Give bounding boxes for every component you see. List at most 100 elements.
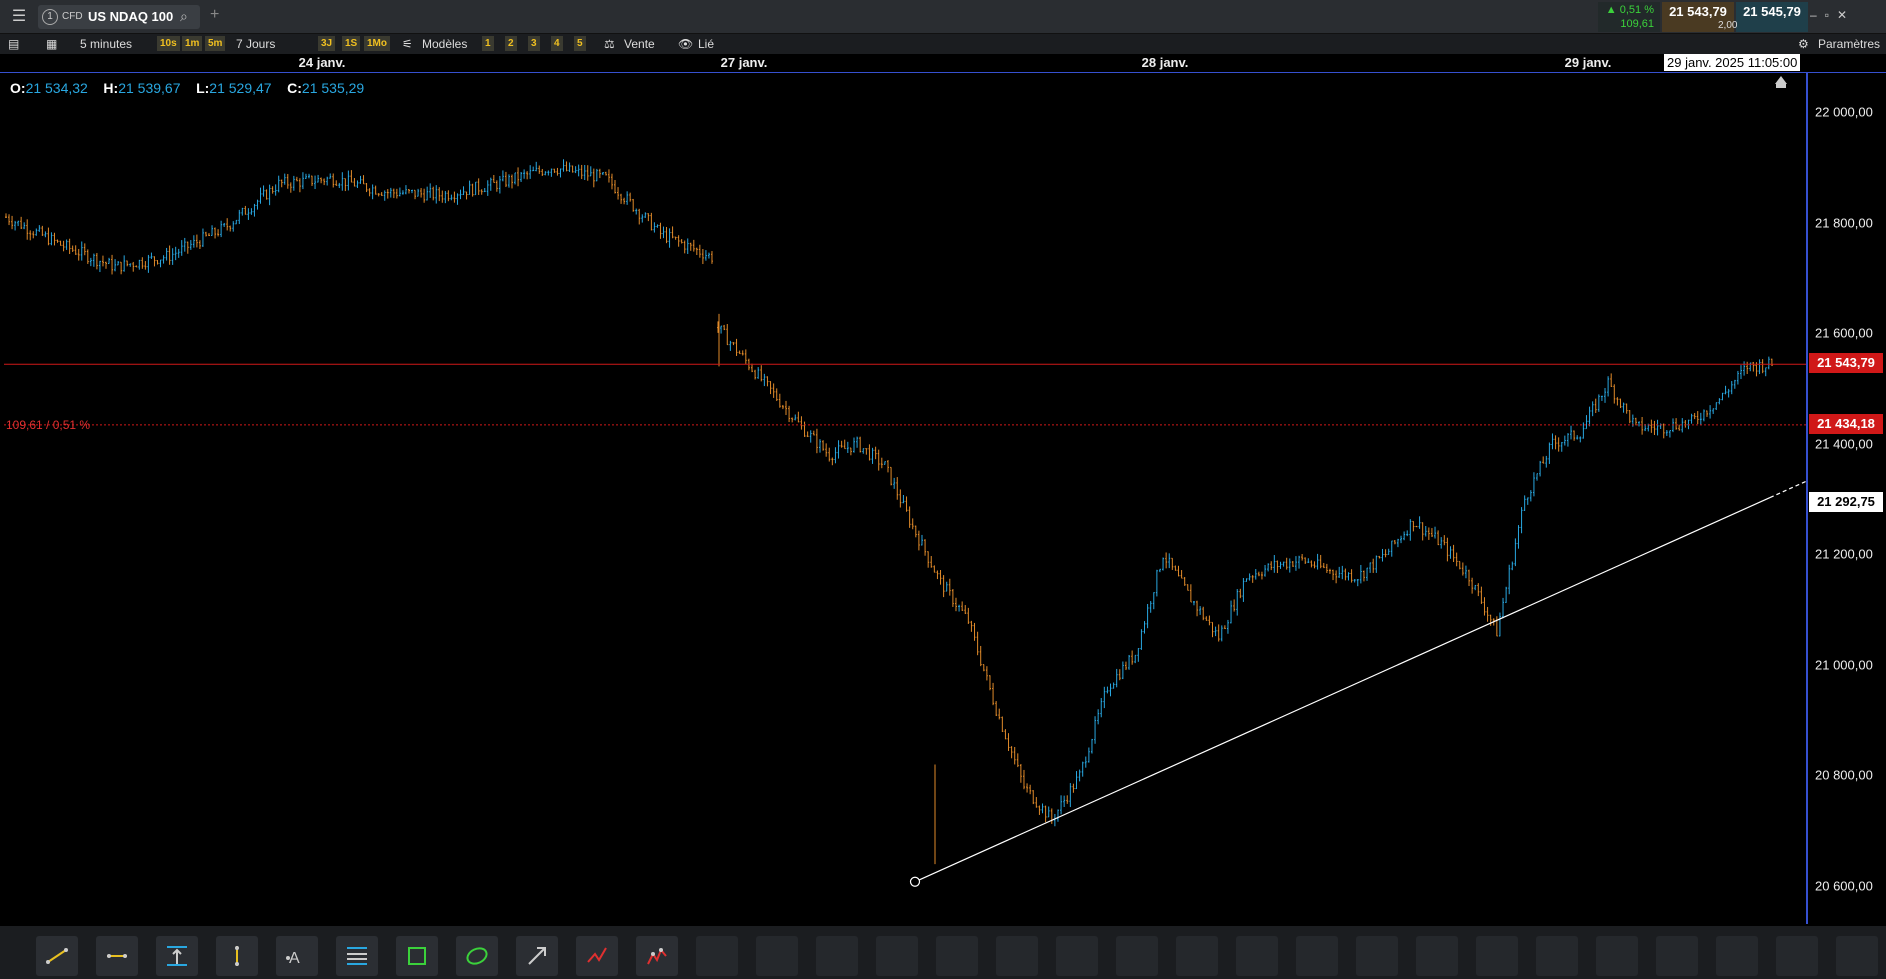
layout-5[interactable]: 5 <box>574 36 586 51</box>
empty-tool-slot <box>1056 936 1098 976</box>
empty-tool-slot <box>816 936 858 976</box>
change-percent: ▲ 0,51 % <box>1605 4 1654 16</box>
price-chart[interactable] <box>0 72 1806 924</box>
date-label: 29 janv. <box>1564 55 1612 70</box>
empty-tool-slot <box>1416 936 1458 976</box>
eye-icon[interactable]: 👁 <box>678 37 693 51</box>
empty-tool-slot <box>1176 936 1218 976</box>
empty-tool-slot <box>1836 936 1878 976</box>
reference-price-tag: 21 434,18 <box>1809 414 1883 434</box>
search-icon[interactable]: ⌕ <box>180 8 188 25</box>
arrow-icon[interactable] <box>516 936 558 976</box>
ellipse-icon[interactable] <box>456 936 498 976</box>
price-tick: 21 200,00 <box>1815 546 1873 562</box>
date-label: 27 janv. <box>720 55 768 70</box>
quick-interval-1m[interactable]: 1m <box>182 36 203 51</box>
trendline-anchor <box>909 876 921 887</box>
price-tick: 22 000,00 <box>1815 104 1873 120</box>
templates-icon[interactable]: ⚟ <box>402 37 413 51</box>
empty-tool-slot <box>1476 936 1518 976</box>
price-tick: 20 800,00 <box>1815 767 1873 783</box>
price-tick: 21 800,00 <box>1815 215 1873 231</box>
date-label: 28 janv. <box>1141 55 1189 70</box>
price-tick: 21 000,00 <box>1815 657 1873 673</box>
empty-tool-slot <box>1356 936 1398 976</box>
text-icon[interactable]: A <box>276 936 318 976</box>
price-tick: 20 600,00 <box>1815 878 1873 894</box>
ohlc-readout: O:21 534,32 H:21 539,67 L:21 529,47 C:21… <box>10 80 365 96</box>
quick-interval-5m[interactable]: 5m <box>205 36 226 51</box>
reference-line-label: 109,61 / 0,51 % <box>6 418 91 432</box>
menu-icon[interactable]: ☰ <box>8 8 30 26</box>
date-label: 24 janv. <box>298 55 346 70</box>
close-value: 21 535,29 <box>301 80 365 96</box>
open-value: 21 534,32 <box>25 80 88 96</box>
polyline-icon[interactable] <box>576 936 618 976</box>
range-select[interactable]: 7 Jours <box>236 37 275 51</box>
horizontal-line-icon[interactable] <box>96 936 138 976</box>
layout-4[interactable]: 4 <box>551 36 563 51</box>
add-tab-icon[interactable]: + <box>210 6 219 24</box>
title-bar: ☰ 1 CFD US NDAQ 100 ⌕ + ▲ 0,51 % 109,61 … <box>0 0 1886 34</box>
layout-3[interactable]: 3 <box>528 36 540 51</box>
link-toggle[interactable]: Lié <box>698 37 714 51</box>
trendline-price-tag: 21 292,75 <box>1809 492 1883 512</box>
instrument-tab[interactable]: 1 CFD US NDAQ 100 ⌕ <box>38 5 200 29</box>
restore-icon: ▫ <box>1824 8 1837 22</box>
empty-tool-slot <box>996 936 1038 976</box>
trendline <box>914 497 1771 883</box>
empty-tool-slot <box>1656 936 1698 976</box>
empty-tool-slot <box>876 936 918 976</box>
gear-icon[interactable]: ⚙ <box>1798 37 1809 51</box>
buy-price-button[interactable]: 21 545,79 <box>1736 2 1808 32</box>
cursor-marker <box>1775 76 1787 84</box>
price-tick: 21 600,00 <box>1815 325 1873 341</box>
interval-select[interactable]: 5 minutes <box>80 37 132 51</box>
empty-tool-slot <box>1116 936 1158 976</box>
quick-range-1s[interactable]: 1S <box>342 36 361 51</box>
tab-number-badge: 1 <box>42 9 58 25</box>
rectangle-icon[interactable] <box>396 936 438 976</box>
minimize-icon: – <box>1810 8 1825 22</box>
price-axis[interactable]: 22 000,00 21 800,00 21 600,00 21 400,00 … <box>1807 72 1886 924</box>
layout-icon[interactable]: ▦ <box>46 37 57 51</box>
empty-tool-slot <box>1536 936 1578 976</box>
close-icon: ✕ <box>1836 8 1856 22</box>
spread-value: 2,00 <box>1718 20 1738 31</box>
layout-2[interactable]: 2 <box>505 36 517 51</box>
instrument-name: US NDAQ 100 <box>88 9 174 24</box>
layout-1[interactable]: 1 <box>482 36 494 51</box>
chart-type-icon[interactable]: ▤ <box>8 37 19 51</box>
date-axis: 24 janv. 27 janv. 28 janv. 29 janv. <box>0 54 1886 73</box>
empty-tool-slot <box>1596 936 1638 976</box>
instrument-type: CFD <box>62 11 83 22</box>
quick-range-1mo[interactable]: 1Mo <box>364 36 390 51</box>
empty-tool-slot <box>936 936 978 976</box>
empty-tool-slot <box>1236 936 1278 976</box>
change-absolute: 109,61 <box>1620 18 1654 30</box>
quick-interval-10s[interactable]: 10s <box>157 36 180 51</box>
trendline-extension <box>1769 480 1806 499</box>
templates-button[interactable]: Modèles <box>422 37 467 51</box>
empty-tool-slot <box>1716 936 1758 976</box>
fibonacci-icon[interactable] <box>336 936 378 976</box>
empty-tool-slot <box>696 936 738 976</box>
low-value: 21 529,47 <box>209 80 272 96</box>
trendline-icon[interactable] <box>36 936 78 976</box>
empty-tool-slot <box>1296 936 1338 976</box>
price-range-icon[interactable] <box>156 936 198 976</box>
vertical-line-icon[interactable] <box>216 936 258 976</box>
side-icon: ⚖ <box>604 37 615 51</box>
svg-text:A: A <box>289 950 300 967</box>
pattern-icon[interactable] <box>636 936 678 976</box>
quick-range-3j[interactable]: 3J <box>318 36 336 51</box>
drawing-toolbar: A <box>0 926 1886 979</box>
empty-tool-slot <box>1776 936 1818 976</box>
chart-toolbar: ▤ ▦ 5 minutes 10s 1m 5m 7 Jours 3J 1S 1M… <box>0 34 1886 54</box>
empty-tool-slot <box>756 936 798 976</box>
settings-button[interactable]: Paramètres <box>1818 37 1880 51</box>
price-tick: 21 400,00 <box>1815 436 1873 452</box>
cursor-marker <box>1776 84 1786 88</box>
window-controls[interactable]: –▫✕ <box>1810 8 1855 22</box>
side-toggle[interactable]: Vente <box>624 37 655 51</box>
